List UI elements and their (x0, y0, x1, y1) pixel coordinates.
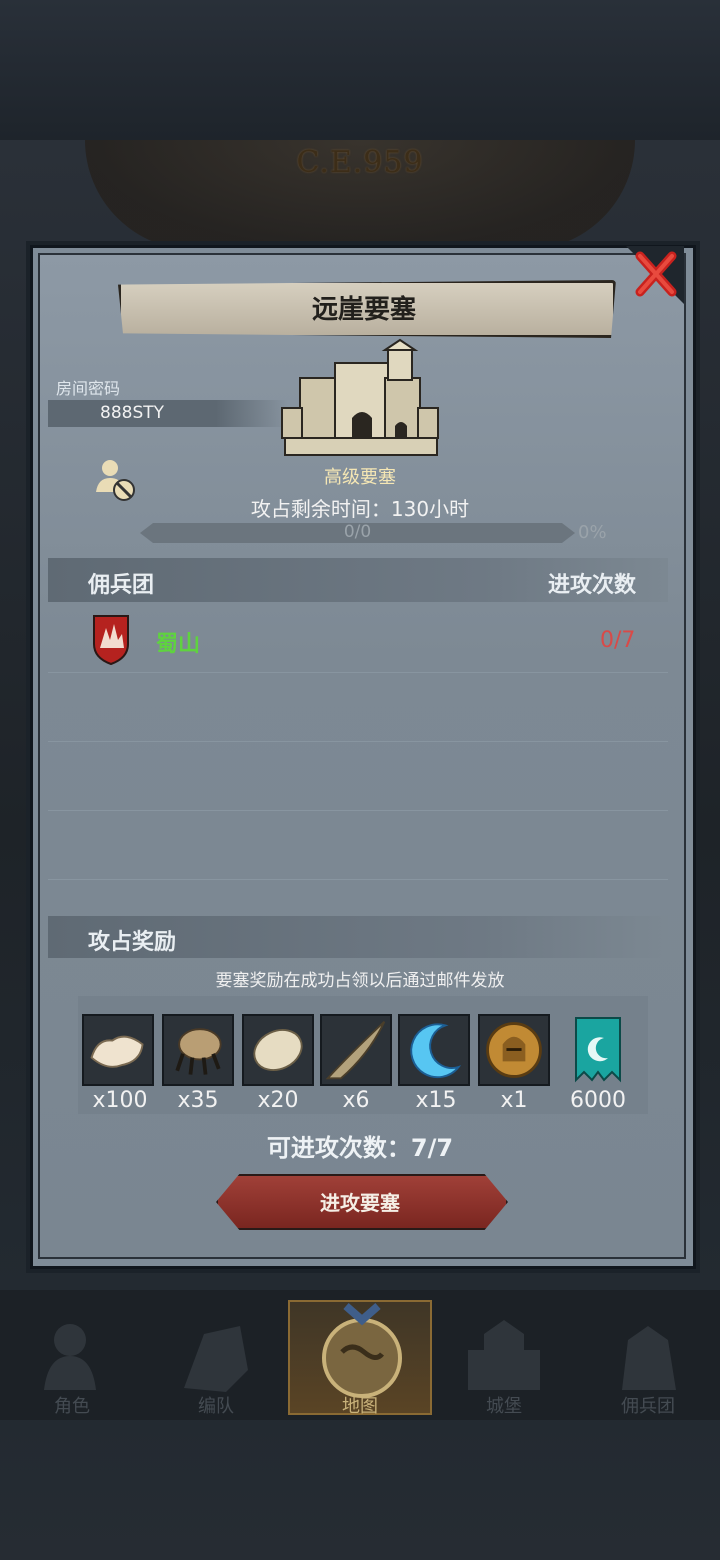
reward-item[interactable] (162, 1014, 234, 1086)
fortress-type: 高级要塞 (324, 467, 396, 488)
close-icon (626, 246, 684, 304)
reward-item[interactable] (398, 1014, 470, 1086)
room-code-bar (48, 400, 288, 427)
reward-item[interactable] (242, 1014, 314, 1086)
guild-banner-icon (575, 1017, 621, 1083)
header-attack-count: 进攻次数 (548, 573, 637, 598)
crescent-moon-icon (410, 1023, 462, 1079)
top-status-band (0, 0, 720, 140)
reward-note: 要塞奖励在成功占领以后通过邮件发放 (215, 971, 505, 991)
bottom-bar (0, 1420, 720, 1560)
guild-row[interactable] (48, 604, 668, 673)
reward-qty: 6000 (570, 1088, 626, 1113)
nav-character-label: 角色 (54, 1396, 90, 1417)
empty-row (48, 811, 668, 880)
close-button[interactable] (626, 246, 684, 304)
feather-hide-icon (253, 1029, 303, 1071)
reward-item[interactable] (320, 1014, 392, 1086)
nav-mercenary-label: 佣兵团 (621, 1396, 675, 1417)
progress-text: 0/0 (343, 522, 372, 542)
reward-qty: x15 (415, 1088, 457, 1113)
reward-qty: x20 (257, 1088, 299, 1113)
nav-castle-label: 城堡 (486, 1396, 522, 1417)
reward-item[interactable] (574, 1014, 622, 1086)
reward-qty: x1 (500, 1088, 528, 1113)
room-code-value: 888STY (100, 403, 165, 423)
era-label: C.E.959 (296, 145, 424, 180)
reward-qty: x6 (342, 1088, 370, 1113)
header-guild: 佣兵团 (88, 573, 155, 598)
empty-row (48, 742, 668, 811)
progress-percent: 0% (578, 522, 607, 543)
fur-pelt-icon (90, 1035, 144, 1068)
dialog-title: 远崖要塞 (311, 295, 416, 325)
room-code-label: 房间密码 (56, 379, 121, 398)
guild-shield-icon (92, 614, 130, 666)
reward-title: 攻占奖励 (88, 930, 177, 955)
attacks-available: 可进攻次数：7/7 (266, 1134, 454, 1162)
knight-helmet-medal-icon (486, 1022, 542, 1078)
beast-claw-icon (175, 1028, 222, 1075)
attack-button-label: 进攻要塞 (320, 1191, 400, 1215)
reward-qty: x35 (177, 1088, 219, 1113)
reward-qty: x100 (92, 1088, 148, 1113)
guild-name: 蜀山 (156, 632, 201, 657)
reward-item[interactable] (478, 1014, 550, 1086)
reward-item[interactable] (82, 1014, 154, 1086)
twisted-horn-icon (325, 1020, 386, 1080)
fortress-castle-icon (280, 338, 442, 460)
empty-row (48, 673, 668, 742)
nav-map-label: 地图 (342, 1396, 378, 1417)
nav-formation-label: 编队 (198, 1396, 234, 1417)
guild-attack-count: 0/7 (600, 628, 636, 653)
remaining-time: 攻占剩余时间：130小时 (250, 497, 470, 521)
